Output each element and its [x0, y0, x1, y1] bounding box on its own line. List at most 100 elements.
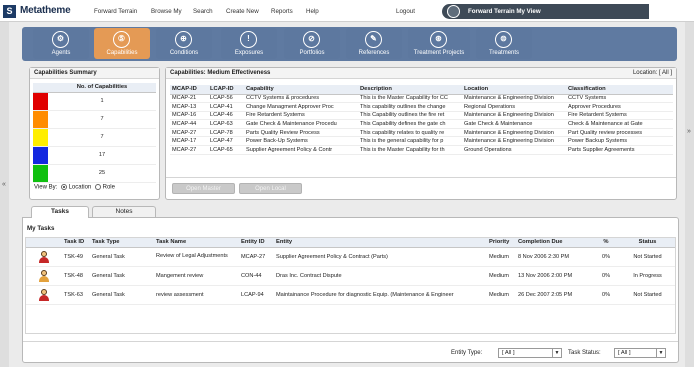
col-classification[interactable]: Classification	[566, 85, 673, 95]
nav-create-new[interactable]: Create New	[226, 8, 259, 15]
tab-tasks[interactable]: Tasks	[31, 206, 89, 218]
cell: This capability relates to quality re	[358, 128, 462, 138]
col-entity[interactable]: Entity	[274, 238, 487, 248]
references-icon: ✎	[365, 31, 382, 48]
cell: TSK-63	[62, 285, 90, 305]
role-radio[interactable]	[94, 184, 101, 190]
location-radio[interactable]	[60, 184, 67, 190]
table-row[interactable]: TSK-49 General Task Review of Legal Adjus…	[26, 247, 675, 267]
table-row[interactable]: MCAP-13 LCAP-41 Change Managment Approver …	[170, 102, 673, 112]
cell: MCAP-27	[239, 247, 274, 267]
nav-reports[interactable]: Reports	[271, 8, 293, 15]
table-header-row: MCAP-ID LCAP-ID Capability Description L…	[170, 85, 673, 95]
nav-browse-my[interactable]: Browse My	[151, 8, 182, 15]
capabilities-icon: ⑤	[113, 31, 130, 48]
level-swatch	[33, 92, 48, 111]
table-row[interactable]: MCAP-21 LCAP-56 CCTV Systems & procedures T…	[170, 94, 673, 104]
summary-row[interactable]: 25	[33, 164, 156, 183]
summary-row[interactable]: 7	[33, 128, 156, 147]
cell: 0%	[592, 285, 620, 305]
cell: Part Quality review processes	[566, 128, 673, 138]
col-description[interactable]: Description	[358, 85, 462, 95]
portfolios-icon: ⊘	[303, 31, 320, 48]
cell: Review of Legal Adjustments	[154, 247, 239, 267]
chevron-down-icon: ▼	[552, 349, 561, 357]
level-swatch	[33, 110, 48, 129]
table-row[interactable]: MCAP-44 LCAP-63 Gate Check & Maintenance P…	[170, 119, 673, 129]
col-location[interactable]: Location	[462, 85, 566, 95]
col-status[interactable]: Status	[620, 238, 675, 248]
nav-forward-terrain[interactable]: Forward Terrain	[94, 8, 137, 15]
module-capabilities[interactable]: ⑤ Capabilities	[94, 28, 150, 59]
summary-row[interactable]: 7	[33, 110, 156, 129]
col-task-name[interactable]: Task Name	[154, 238, 239, 248]
collapse-right-icon[interactable]: »	[687, 128, 691, 135]
location-radio-label: Location	[68, 184, 92, 191]
table-row[interactable]: MCAP-16 LCAP-46 Fire Retardent Systems This…	[170, 111, 673, 121]
left-rail[interactable]	[0, 22, 9, 367]
cell: General Task	[90, 266, 154, 286]
module-treatments[interactable]: ⊜ Treatments	[476, 28, 532, 59]
cell: This Capability defines the gate ch	[358, 119, 462, 129]
treatments-icon: ⊜	[495, 31, 512, 48]
table-row[interactable]: MCAP-27 LCAP-65 Supplier Agreement Policy …	[170, 145, 673, 155]
right-rail[interactable]	[685, 22, 694, 367]
open-local-button[interactable]: Open Local	[239, 183, 302, 194]
module-label: Treatment Projects	[413, 50, 465, 56]
cell: Change Managment Approver Proc	[244, 102, 358, 112]
task-status-select[interactable]: [ All ] ▼	[614, 348, 666, 358]
table-row[interactable]: MCAP-17 LCAP-47 Power Back-Up Systems This …	[170, 136, 673, 147]
logout-link[interactable]: Logout	[396, 8, 415, 15]
open-master-button[interactable]: Open Master	[172, 183, 235, 194]
col-capability[interactable]: Capability	[244, 85, 358, 95]
table-header-row: Task ID Task Type Task Name Entity ID En…	[26, 238, 675, 248]
tasks-table: Task ID Task Type Task Name Entity ID En…	[26, 238, 675, 305]
cell: Maintainance Procedure for diagnostic Eq…	[274, 285, 487, 305]
col-entity-id[interactable]: Entity ID	[239, 238, 274, 248]
col-task-type[interactable]: Task Type	[90, 238, 154, 248]
summary-row[interactable]: 1	[33, 92, 156, 111]
nav-help[interactable]: Help	[306, 8, 319, 15]
task-status-value: [ All ]	[618, 350, 631, 356]
nav-search[interactable]: Search	[193, 8, 213, 15]
location-filter[interactable]: Location: [ All ]	[633, 70, 672, 76]
col-completion-due[interactable]: Completion Due	[516, 238, 592, 248]
col-task-id[interactable]: Task ID	[62, 238, 90, 248]
module-references[interactable]: ✎ References	[346, 28, 402, 59]
view-by-row: View By: Location Role	[34, 184, 115, 191]
table-row[interactable]: TSK-48 General Task Mangement review CON-…	[26, 266, 675, 286]
table-row[interactable]: TSK-63 General Task review assessment LCA…	[26, 285, 675, 305]
module-label: Treatments	[488, 50, 520, 56]
my-view-button[interactable]: Forward Terrain My View	[442, 4, 649, 19]
cell: LCAP-65	[208, 145, 244, 155]
col-priority[interactable]: Priority	[487, 238, 516, 248]
cell: Mangement review	[154, 266, 239, 286]
tasks-grid: Task ID Task Type Task Name Entity ID En…	[25, 237, 676, 334]
module-conditions[interactable]: ⊕ Conditions	[156, 28, 212, 59]
capabilities-summary-panel: Capabilities Summary No. of Capabilities…	[29, 67, 160, 200]
divider	[166, 177, 676, 178]
cell: LCAP-78	[208, 128, 244, 138]
count-cell: 7	[48, 128, 156, 147]
module-treatment-projects[interactable]: ⊛ Treatment Projects	[408, 28, 470, 59]
col-mcap-id[interactable]: MCAP-ID	[170, 85, 208, 95]
table-row[interactable]: MCAP-27 LCAP-78 Parts Quality Review Proce…	[170, 128, 673, 138]
collapse-left-icon[interactable]: «	[2, 181, 6, 188]
module-portfolios[interactable]: ⊘ Portfolios	[284, 28, 340, 59]
module-agents[interactable]: ⚙ Agents	[33, 28, 89, 59]
cell: Approver Procedures	[566, 102, 673, 112]
module-exposures[interactable]: ! Exposures	[221, 28, 277, 59]
cell: TSK-48	[62, 266, 90, 286]
summary-row[interactable]: 17	[33, 146, 156, 165]
entity-type-select[interactable]: [ All ] ▼	[498, 348, 562, 358]
cell: Ground Operations	[462, 145, 566, 155]
cell: 0%	[592, 247, 620, 267]
agents-icon: ⚙	[52, 31, 69, 48]
cell: MCAP-44	[170, 119, 208, 129]
cell: Maintenance & Engineering Division	[462, 136, 566, 147]
col-percent[interactable]: %	[592, 238, 620, 248]
cell: Dras Inc. Contract Dispute	[274, 266, 487, 286]
col-lcap-id[interactable]: LCAP-ID	[208, 85, 244, 95]
tab-notes[interactable]: Notes	[92, 206, 156, 217]
cell: General Task	[90, 247, 154, 267]
